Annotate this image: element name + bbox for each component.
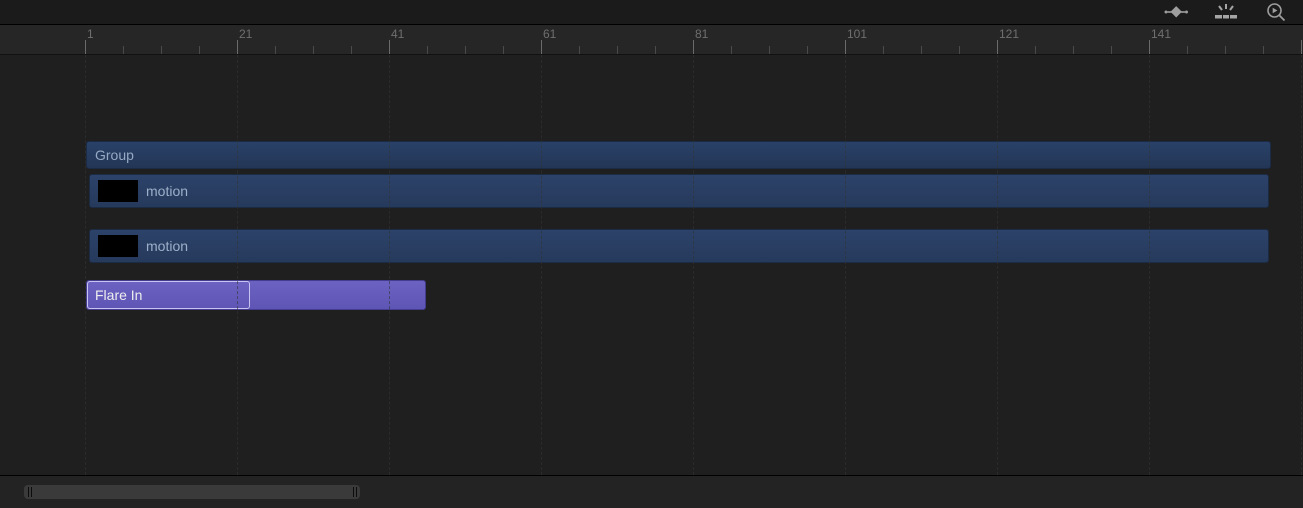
- scroll-grip-left-icon[interactable]: [27, 487, 32, 497]
- timeline-gridline: [997, 55, 998, 475]
- ruler-label: 41: [391, 27, 404, 41]
- ruler-label: 61: [543, 27, 556, 41]
- timeline-gridline: [845, 55, 846, 475]
- ruler-label: 1: [87, 27, 94, 41]
- ruler-tick-minor: [427, 46, 428, 54]
- ruler-tick-major: [693, 40, 694, 54]
- timeline-group-bar[interactable]: Group: [86, 141, 1271, 169]
- timeline-gridline: [693, 55, 694, 475]
- ruler-tick-major: [1301, 40, 1302, 54]
- ruler-tick-minor: [465, 46, 466, 54]
- ruler-tick-minor: [731, 46, 732, 54]
- ruler-tick-minor: [1111, 46, 1112, 54]
- timeline-gridline: [237, 55, 238, 475]
- ruler-tick-minor: [1225, 46, 1226, 54]
- ruler-tick-minor: [1187, 46, 1188, 54]
- ruler-tick-major: [997, 40, 998, 54]
- ruler-tick-minor: [1263, 46, 1264, 54]
- search-play-icon[interactable]: [1263, 3, 1289, 21]
- timing-icon[interactable]: [1213, 3, 1239, 21]
- ruler-tick-major: [389, 40, 390, 54]
- ruler-tick-major: [85, 40, 86, 54]
- scroll-grip-right-icon[interactable]: [352, 487, 357, 497]
- ruler-label: 21: [239, 27, 252, 41]
- ruler-label: 121: [999, 27, 1019, 41]
- ruler-tick-major: [845, 40, 846, 54]
- timeline-gridline: [85, 55, 86, 475]
- ruler-tick-minor: [313, 46, 314, 54]
- timeline-body[interactable]: Group motion motion Flare In: [0, 55, 1303, 475]
- ruler-tick-minor: [769, 46, 770, 54]
- ruler-tick-minor: [161, 46, 162, 54]
- ruler-tick-minor: [275, 46, 276, 54]
- keyframe-editor-icon[interactable]: [1163, 3, 1189, 21]
- ruler-tick-major: [541, 40, 542, 54]
- timeline-layer-bar-2[interactable]: motion: [89, 229, 1269, 263]
- timeline-gridline: [541, 55, 542, 475]
- ruler-tick-minor: [959, 46, 960, 54]
- ruler-label: 101: [847, 27, 867, 41]
- ruler-tick-minor: [1073, 46, 1074, 54]
- timeline-scroll-area: [0, 475, 1303, 508]
- clip-thumbnail: [98, 180, 138, 202]
- ruler-tick-major: [1149, 40, 1150, 54]
- ruler-tick-minor: [1035, 46, 1036, 54]
- timeline-ruler[interactable]: 121416181101121141: [0, 25, 1303, 55]
- ruler-tick-minor: [579, 46, 580, 54]
- ruler-tick-minor: [807, 46, 808, 54]
- ruler-label: 81: [695, 27, 708, 41]
- ruler-tick-minor: [351, 46, 352, 54]
- timeline-behavior-bar[interactable]: Flare In: [86, 280, 426, 310]
- ruler-tick-minor: [617, 46, 618, 54]
- ruler-tick-minor: [883, 46, 884, 54]
- timeline-layer-bar-1[interactable]: motion: [89, 174, 1269, 208]
- clip-thumbnail: [98, 235, 138, 257]
- ruler-tick-minor: [503, 46, 504, 54]
- layer-label: motion: [146, 238, 188, 254]
- ruler-tick-minor: [199, 46, 200, 54]
- timeline-gridline: [389, 55, 390, 475]
- timeline-gridline: [1301, 55, 1302, 475]
- horizontal-scrollbar[interactable]: [24, 485, 360, 499]
- ruler-tick-minor: [123, 46, 124, 54]
- ruler-tick-minor: [921, 46, 922, 54]
- group-label: Group: [95, 147, 134, 163]
- layer-label: motion: [146, 183, 188, 199]
- ruler-label: 141: [1151, 27, 1171, 41]
- timeline-toolbar: [0, 0, 1303, 25]
- ruler-tick-major: [237, 40, 238, 54]
- ruler-tick-minor: [655, 46, 656, 54]
- behavior-label: Flare In: [95, 287, 142, 303]
- timeline-gridline: [1149, 55, 1150, 475]
